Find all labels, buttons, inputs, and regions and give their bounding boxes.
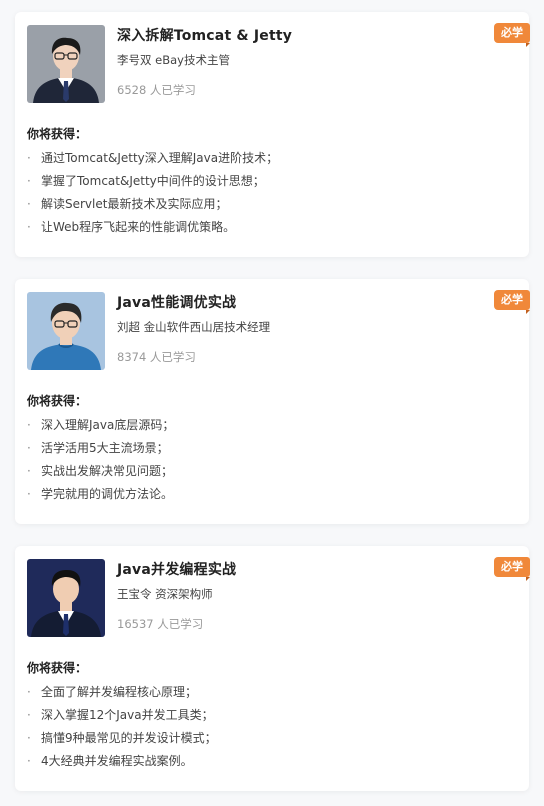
gain-item: · 全面了解并发编程核心原理； (27, 683, 217, 706)
author-avatar (27, 292, 105, 370)
portrait-image (27, 559, 105, 637)
gains-heading: 你将获得： (27, 661, 88, 675)
course-title[interactable]: Java并发编程实战 (117, 559, 236, 579)
gain-item: · 学完就用的调优方法论。 (27, 485, 174, 508)
gain-item: · 掌握了Tomcat&Jetty中间件的设计思想； (27, 172, 278, 195)
bullet-icon: · (27, 174, 31, 188)
gain-text: 深入掌握12个Java并发工具类； (41, 708, 214, 722)
must-learn-badge: 必学 (494, 557, 530, 581)
gain-text: 让Web程序飞起来的性能调优策略。 (41, 220, 236, 234)
gain-item: · 深入理解Java底层源码； (27, 416, 174, 439)
gain-text: 通过Tomcat&Jetty深入理解Java进阶技术； (41, 151, 279, 165)
portrait-image (27, 25, 105, 103)
gain-item: · 通过Tomcat&Jetty深入理解Java进阶技术； (27, 149, 278, 172)
author-avatar (27, 559, 105, 637)
bullet-icon: · (27, 754, 31, 768)
bullet-icon: · (27, 418, 31, 432)
bullet-icon: · (27, 197, 31, 211)
gains-list: · 通过Tomcat&Jetty深入理解Java进阶技术； · 掌握了Tomcat&… (27, 149, 278, 241)
bullet-icon: · (27, 708, 31, 722)
bullet-icon: · (27, 464, 31, 478)
course-card[interactable]: 必学 Java并发编程实战 王宝令 资深架构师 16537 人已学习 你将获得：… (15, 546, 530, 791)
bullet-icon: · (27, 487, 31, 501)
portrait-image (27, 292, 105, 370)
gain-text: 全面了解并发编程核心原理； (41, 685, 198, 699)
gain-text: 搞懂9种最常见的并发设计模式； (41, 731, 217, 745)
must-learn-badge: 必学 (494, 290, 530, 314)
gain-item: · 4大经典并发编程实战案例。 (27, 752, 217, 775)
bullet-icon: · (27, 220, 31, 234)
gain-item: · 让Web程序飞起来的性能调优策略。 (27, 218, 278, 241)
gain-text: 学完就用的调优方法论。 (41, 487, 174, 501)
course-card[interactable]: 必学 深入拆解Tomcat & Jetty 李号双 eBay技术主管 6528 … (15, 12, 530, 257)
course-title[interactable]: 深入拆解Tomcat & Jetty (117, 25, 292, 45)
gain-item: · 解读Servlet最新技术及实际应用； (27, 195, 278, 218)
learner-count: 16537 人已学习 (117, 617, 204, 631)
gains-list: · 全面了解并发编程核心原理； · 深入掌握12个Java并发工具类； · 搞懂9种最… (27, 683, 217, 775)
bullet-icon: · (27, 685, 31, 699)
learner-count: 6528 人已学习 (117, 83, 196, 97)
gain-item: · 活学活用5大主流场景； (27, 439, 174, 462)
gain-item: · 搞懂9种最常见的并发设计模式； (27, 729, 217, 752)
gains-heading: 你将获得： (27, 127, 88, 141)
author-info: 刘超 金山软件西山居技术经理 (117, 320, 271, 334)
gains-heading: 你将获得： (27, 394, 88, 408)
course-title[interactable]: Java性能调优实战 (117, 292, 236, 312)
author-info: 王宝令 资深架构师 (117, 587, 213, 601)
must-learn-badge: 必学 (494, 23, 530, 47)
gain-text: 解读Servlet最新技术及实际应用； (41, 197, 228, 211)
gain-text: 4大经典并发编程实战案例。 (41, 754, 193, 768)
gain-text: 活学活用5大主流场景； (41, 441, 169, 455)
gain-text: 掌握了Tomcat&Jetty中间件的设计思想； (41, 174, 265, 188)
gains-list: · 深入理解Java底层源码； · 活学活用5大主流场景； · 实战出发解决常见问题；… (27, 416, 174, 508)
gain-item: · 深入掌握12个Java并发工具类； (27, 706, 217, 729)
author-info: 李号双 eBay技术主管 (117, 53, 230, 67)
gain-item: · 实战出发解决常见问题； (27, 462, 174, 485)
gain-text: 深入理解Java底层源码； (41, 418, 175, 432)
learner-count: 8374 人已学习 (117, 350, 196, 364)
gain-text: 实战出发解决常见问题； (41, 464, 174, 478)
bullet-icon: · (27, 151, 31, 165)
bullet-icon: · (27, 441, 31, 455)
author-avatar (27, 25, 105, 103)
course-list: 必学 深入拆解Tomcat & Jetty 李号双 eBay技术主管 6528 … (0, 0, 544, 806)
bullet-icon: · (27, 731, 31, 745)
course-card[interactable]: 必学 Java性能调优实战 刘超 金山软件西山居技术经理 8374 人已学习 你… (15, 279, 530, 524)
